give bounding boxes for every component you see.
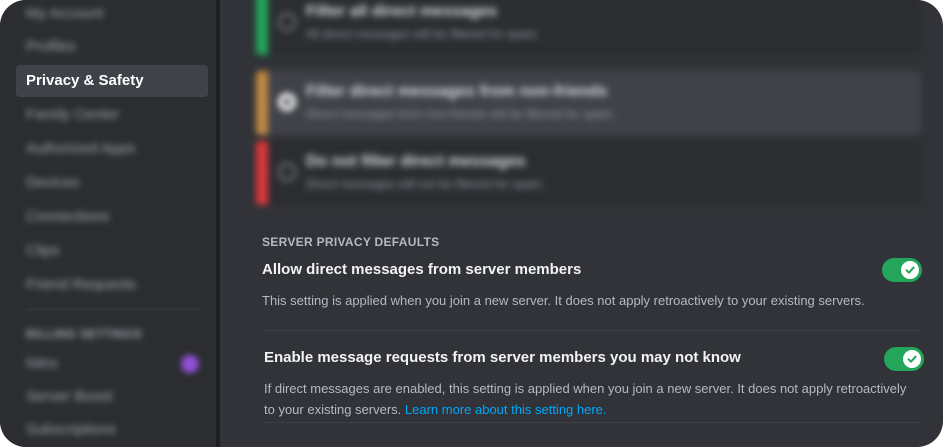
- dm-filter-option-non-friends[interactable]: Filter direct messages from non-friends …: [256, 71, 921, 135]
- option-title: Do not filter direct messages: [306, 153, 526, 170]
- option-color-bar: [256, 71, 268, 135]
- nitro-badge-icon: [181, 355, 199, 373]
- desc-line-1: If direct messages are enabled, this set…: [264, 381, 907, 396]
- dm-filter-option-all[interactable]: Filter all direct messages All direct me…: [256, 0, 921, 55]
- sidebar-item-friend-requests[interactable]: Friend Requests: [16, 269, 208, 301]
- settings-sidebar: My Account Profiles Privacy & Safety Fam…: [0, 0, 216, 447]
- settings-divider: [262, 422, 921, 423]
- message-requests-description: If direct messages are enabled, this set…: [264, 378, 934, 420]
- option-color-bar: [256, 0, 268, 55]
- radio-icon[interactable]: [278, 13, 296, 31]
- option-title: Filter direct messages from non-friends: [306, 83, 608, 100]
- dm-filter-option-none[interactable]: Do not filter direct messages Direct mes…: [256, 141, 921, 205]
- sidebar-item-devices[interactable]: Devices: [16, 167, 208, 199]
- allow-dm-title: Allow direct messages from server member…: [262, 261, 582, 278]
- sidebar-item-privacy-safety[interactable]: Privacy & Safety: [16, 65, 208, 97]
- sidebar-item-my-account[interactable]: My Account: [16, 0, 208, 30]
- sidebar-item-family-center[interactable]: Family Center: [16, 99, 208, 131]
- radio-selected-icon[interactable]: [278, 93, 296, 111]
- check-icon: [903, 350, 921, 368]
- option-desc: Direct messages from non-friends will be…: [306, 107, 616, 121]
- sidebar-divider-line: [26, 309, 202, 310]
- desc-line-2: to your existing servers.: [264, 402, 402, 417]
- section-heading-server-privacy: SERVER PRIVACY DEFAULTS: [262, 235, 440, 249]
- sidebar-item-subscriptions[interactable]: Subscriptions: [16, 414, 208, 446]
- sidebar-item-clips[interactable]: Clips: [16, 235, 208, 267]
- sidebar-item-connections[interactable]: Connections: [16, 201, 208, 233]
- option-desc: Direct messages will not be filtered for…: [306, 177, 545, 191]
- sidebar-item-authorized-apps[interactable]: Authorized Apps: [16, 133, 208, 165]
- sidebar-edge: [216, 0, 220, 447]
- option-desc: All direct messages will be filtered for…: [306, 27, 540, 41]
- radio-icon[interactable]: [278, 163, 296, 181]
- allow-dm-description: This setting is applied when you join a …: [262, 293, 865, 308]
- check-icon: [901, 261, 919, 279]
- settings-window: My Account Profiles Privacy & Safety Fam…: [0, 0, 943, 447]
- learn-more-link[interactable]: Learn more about this setting here.: [405, 402, 607, 417]
- settings-divider: [262, 330, 921, 331]
- sidebar-item-server-boost[interactable]: Server Boost: [16, 381, 208, 413]
- sidebar-item-nitro[interactable]: Nitro: [16, 348, 208, 380]
- option-color-bar: [256, 141, 268, 205]
- message-requests-title: Enable message requests from server memb…: [264, 349, 741, 366]
- sidebar-item-profiles[interactable]: Profiles: [16, 31, 208, 63]
- message-requests-toggle[interactable]: [884, 347, 924, 371]
- option-title: Filter all direct messages: [306, 3, 498, 20]
- allow-dm-toggle[interactable]: [882, 258, 922, 282]
- sidebar-heading-billing: Billing Settings: [26, 327, 143, 341]
